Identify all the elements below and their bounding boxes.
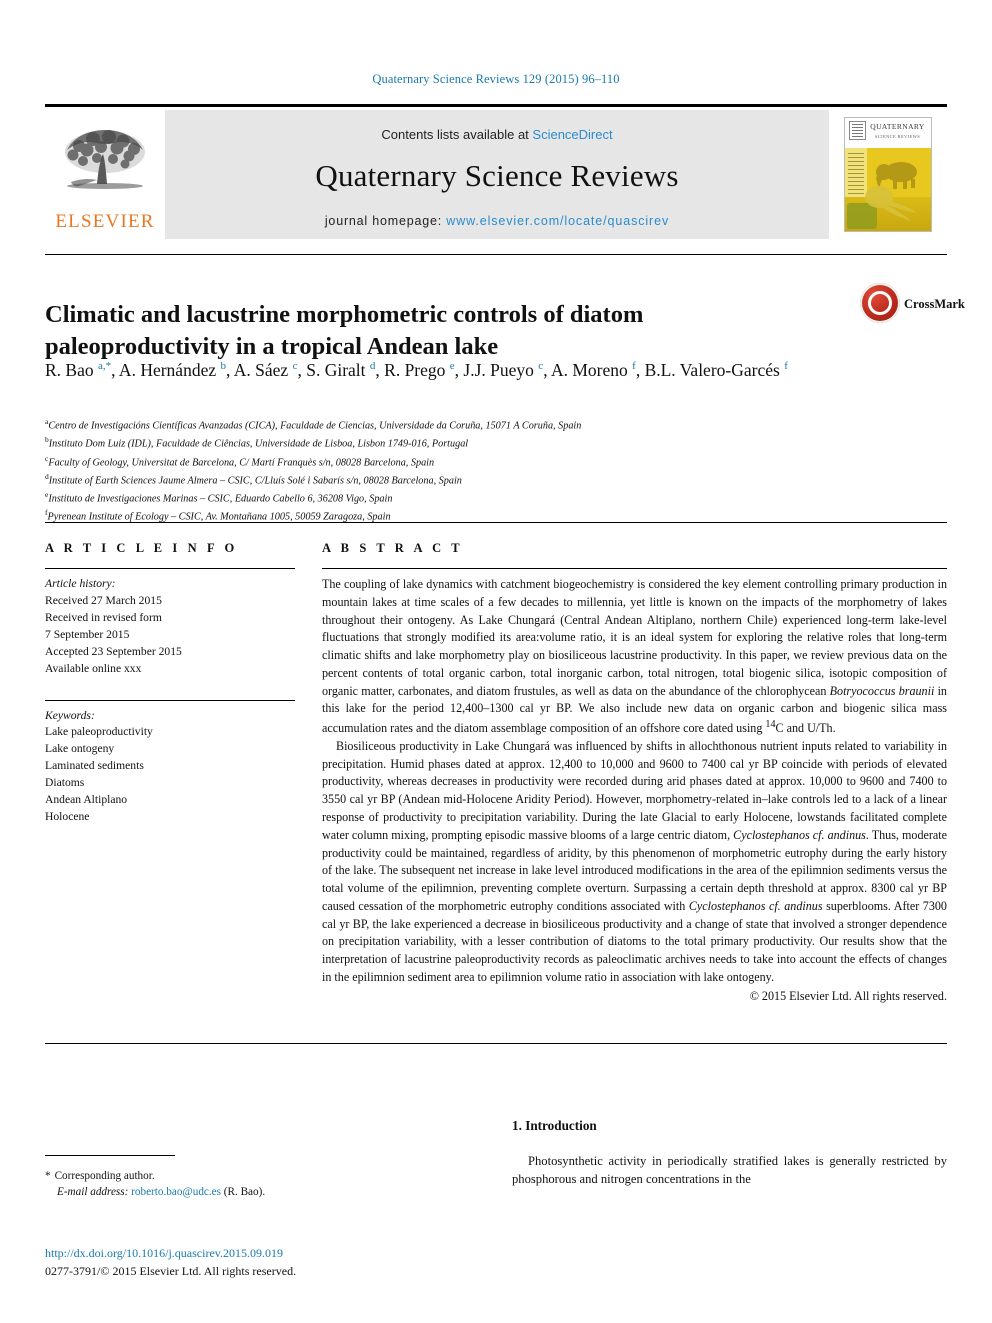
doi-link[interactable]: http://dx.doi.org/10.1016/j.quascirev.20… [45,1244,545,1262]
issn-copyright: 0277-3791/© 2015 Elsevier Ltd. All right… [45,1264,297,1278]
introduction-section: 1. Introduction Photosynthetic activity … [512,1118,947,1189]
author-list: R. Bao a,*, A. Hernández b, A. Sáez c, S… [45,360,788,380]
history-item: Accepted 23 September 2015 [45,644,182,658]
abstract-body: The coupling of lake dynamics with catch… [322,576,947,987]
keyword-item: Lake paleoproductivity [45,725,153,739]
affiliation-list: aCentro de Investigacións Científicas Av… [45,416,845,526]
history-item: Received 27 March 2015 [45,593,162,607]
abstract-column: A B S T R A C T The coupling of lake dyn… [322,541,947,1004]
abstract-paragraph-1: The coupling of lake dynamics with catch… [322,577,947,736]
affiliation-text: Centro de Investigacións Científicas Ava… [48,420,582,432]
affiliation-item: bInstituto Dom Luiz (IDL), Faculdade de … [45,434,845,452]
keywords-block: Keywords: Lake paleoproductivity Lake on… [45,699,295,826]
keywords-label: Keywords: [45,708,95,722]
affiliation-text: Faculty of Geology, Universitat de Barce… [48,456,435,468]
affiliation-item: eInstituto de Investigaciones Marinas – … [45,489,845,507]
article-info-column: A R T I C L E I N F O Article history: R… [45,541,295,826]
cover-elsevier-icon [849,121,866,140]
affiliation-item: fPyrenean Institute of Ecology – CSIC, A… [45,507,845,525]
affiliation-item: dInstitute of Earth Sciences Jaume Almer… [45,471,845,489]
abstract-copyright: © 2015 Elsevier Ltd. All rights reserved… [749,988,947,1003]
cover-journal-subtitle: SCIENCE REVIEWS [874,133,921,139]
footnote-divider [45,1155,175,1156]
footer-block: http://dx.doi.org/10.1016/j.quascirev.20… [45,1244,545,1280]
cover-skull-icon [865,186,917,221]
keywords-rule [45,699,295,701]
affiliation-item: aCentro de Investigacións Científicas Av… [45,416,845,434]
masthead-center: Contents lists available at ScienceDirec… [165,110,829,239]
journal-masthead: ELSEVIER Contents lists available at Sci… [45,104,947,239]
affiliation-text: Pyrenean Institute of Ecology – CSIC, Av… [47,511,391,523]
keyword-item: Diatoms [45,776,85,790]
article-history-block: Article history: Received 27 March 2015 … [45,576,295,678]
journal-homepage-line: journal homepage: www.elsevier.com/locat… [325,214,669,228]
footnote-block: * Corresponding author. E-mail address: r… [45,1168,465,1200]
cover-header: QUATERNARY SCIENCE REVIEWS [845,118,931,149]
keyword-item: Lake ontogeny [45,742,115,756]
keyword-item: Holocene [45,810,90,824]
article-first-page: Quaternary Science Reviews 129 (2015) 96… [0,0,992,1323]
email-line: E-mail address: roberto.bao@udc.es (R. B… [45,1184,465,1200]
crossmark-icon [860,283,900,323]
corresponding-author-line: * Corresponding author. [45,1168,465,1184]
journal-homepage-link[interactable]: www.elsevier.com/locate/quascirev [446,214,669,228]
corresponding-marker: * [45,1170,51,1182]
history-item: Received in revised form [45,610,162,624]
contents-prefix: Contents lists available at [381,127,533,142]
contents-lists-line: Contents lists available at ScienceDirec… [381,127,612,142]
affiliation-text: Instituto Dom Luiz (IDL), Faculdade de C… [48,438,469,450]
running-head: Quaternary Science Reviews 129 (2015) 96… [372,72,620,86]
affiliation-item: cFaculty of Geology, Universitat de Barc… [45,453,845,471]
crossmark-label: CrossMark [904,297,965,311]
cover-footer-artwork [845,186,931,231]
divider-bottom [45,1043,947,1044]
email-link[interactable]: roberto.bao@udc.es [131,1186,221,1198]
sciencedirect-link[interactable]: ScienceDirect [532,127,612,142]
keyword-item: Laminated sediments [45,759,144,773]
email-label: E-mail address: [57,1186,129,1199]
cover-journal-title: QUATERNARY SCIENCE REVIEWS [870,122,925,139]
abstract-heading: A B S T R A C T [322,541,464,555]
elsevier-tree-icon [59,126,151,212]
journal-cover-thumbnail: QUATERNARY SCIENCE REVIEWS [829,110,947,239]
abstract-paragraph-2: Biosiliceous productivity in Lake Chunga… [322,738,947,984]
corresponding-label: Corresponding author. [54,1170,155,1182]
article-title: Climatic and lacustrine morphometric con… [45,301,644,361]
email-suffix: (R. Bao). [223,1186,266,1199]
history-item: Available online xxx [45,661,142,675]
affiliation-text: Institute of Earth Sciences Jaume Almera… [48,475,462,487]
abstract-rule [322,568,947,569]
elsevier-wordmark: ELSEVIER [55,211,155,232]
article-history-label: Article history: [45,577,116,590]
article-info-rule [45,568,295,569]
article-info-heading: A R T I C L E I N F O [45,541,238,555]
homepage-prefix: journal homepage: [324,214,447,228]
keyword-item: Andean Altiplano [45,793,128,807]
journal-title: Quaternary Science Reviews [315,158,679,193]
affiliation-text: Instituto de Investigaciones Marinas – C… [48,493,393,505]
introduction-paragraph: Photosynthetic activity in periodically … [512,1154,947,1187]
divider-top [45,254,947,255]
elsevier-logo: ELSEVIER [45,110,165,239]
introduction-heading: 1. Introduction [512,1118,597,1133]
history-item: 7 September 2015 [45,627,130,641]
crossmark-badge[interactable]: CrossMark [860,283,965,331]
